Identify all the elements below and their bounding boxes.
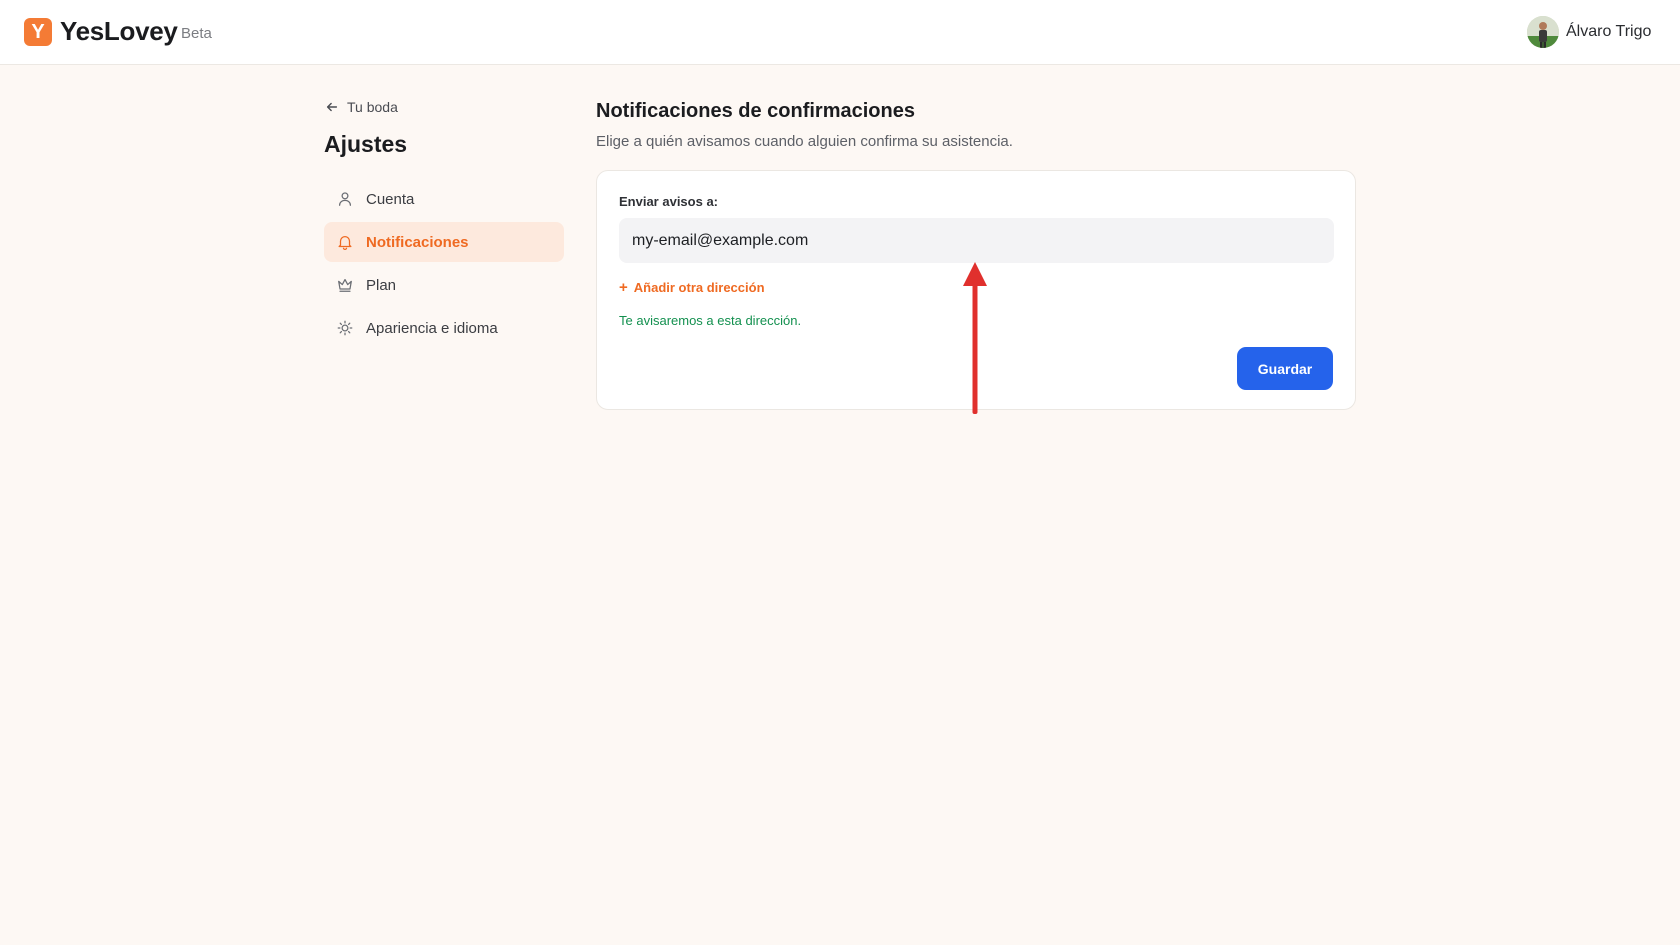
- bell-icon: [338, 235, 352, 250]
- sidebar-item-label: Notificaciones: [366, 233, 469, 251]
- arrow-left-icon: [326, 102, 338, 112]
- brand-name[interactable]: YesLovey: [60, 16, 178, 47]
- sun-icon: [337, 320, 353, 336]
- add-address-label: Añadir otra dirección: [633, 280, 765, 295]
- save-button[interactable]: Guardar: [1237, 347, 1333, 390]
- email-field-label: Enviar avisos a:: [619, 194, 718, 209]
- sidebar-item-label: Apariencia e idioma: [366, 319, 498, 337]
- sidebar-item-label: Cuenta: [366, 190, 415, 208]
- sidebar-item-notificaciones[interactable]: Notificaciones: [324, 222, 564, 262]
- settings-nav: Cuenta Notificaciones Plan Apariencia e …: [324, 179, 564, 351]
- crown-icon: [338, 278, 352, 292]
- avatar[interactable]: [1527, 16, 1559, 48]
- annotation-arrow-icon: [963, 262, 987, 414]
- logo-icon[interactable]: Y: [24, 18, 52, 46]
- user-icon: [338, 192, 352, 206]
- top-bar: Y YesLovey Beta Álvaro Trigo: [0, 0, 1680, 65]
- email-field[interactable]: [619, 218, 1334, 263]
- avatar-photo-icon: [1527, 16, 1559, 48]
- confirmation-message: Te avisaremos a esta dirección.: [619, 313, 802, 328]
- back-link[interactable]: Tu boda: [325, 97, 398, 117]
- section-subtitle: Elige a quién avisamos cuando alguien co…: [596, 133, 1013, 150]
- sidebar-item-label: Plan: [366, 276, 397, 294]
- sidebar-item-cuenta[interactable]: Cuenta: [324, 179, 564, 219]
- beta-badge: Beta: [181, 25, 212, 42]
- page-title: Ajustes: [324, 131, 408, 157]
- plus-icon: +: [619, 279, 628, 296]
- user-name[interactable]: Álvaro Trigo: [1566, 23, 1651, 41]
- sidebar-item-apariencia[interactable]: Apariencia e idioma: [324, 308, 564, 348]
- section-title: Notificaciones de confirmaciones: [596, 100, 915, 122]
- add-address-button[interactable]: + Añadir otra dirección: [619, 279, 765, 296]
- sidebar-item-plan[interactable]: Plan: [324, 265, 564, 305]
- back-link-label: Tu boda: [347, 99, 398, 115]
